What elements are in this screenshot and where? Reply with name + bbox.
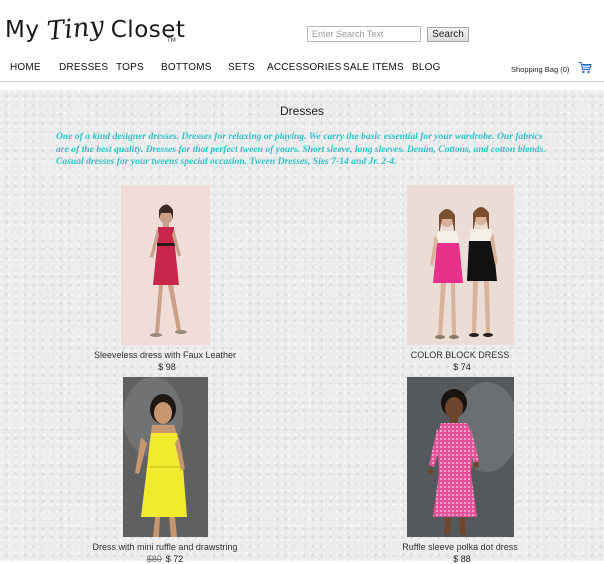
product-name[interactable]: Dress with mini ruffle and drawstring [55,542,275,552]
product-image-polka-dot-dress[interactable] [407,377,514,537]
product-price: $ 88 [350,554,570,564]
product-image-sleeveless-dress[interactable] [121,185,210,345]
shopping-bag-link[interactable]: Shopping Bag (0) [511,65,569,74]
logo-word-script: Tiny [45,11,106,47]
nav-item-bottoms[interactable]: BOTTOMS [161,62,212,73]
nav-item-dresses[interactable]: DRESSES [59,62,108,73]
product-price-value: $ 88 [453,554,471,564]
header-divider [0,81,604,82]
page-title: Dresses [279,104,324,118]
nav-item-accessories[interactable]: ACCESSORIES [267,62,341,73]
product-name[interactable]: Sleeveless dress with Faux Leather [55,350,275,360]
nav-item-sale-items[interactable]: SALE ITEMS [343,62,404,73]
product-price: $ 74 [350,362,570,372]
product-image-ruffle-drawstring-dress[interactable] [123,377,208,537]
trademark-mark: TM [167,37,176,44]
search-button[interactable]: Search [427,27,469,42]
product-name[interactable]: Ruffle sleeve polka dot dress [350,542,570,552]
nav-item-sets[interactable]: SETS [228,62,255,73]
product-old-price: $80 [146,554,162,564]
product-price: $ 98 [55,362,275,372]
nav-item-blog[interactable]: BLOG [412,62,441,73]
product-image-color-block-dress[interactable] [407,185,514,345]
product-price: $80 $ 72 [55,554,275,564]
shopping-cart-icon[interactable] [578,61,592,74]
category-description: One of a kind designer dresses. Dresses … [56,131,546,168]
search-input[interactable]: Enter Search Text [307,26,421,42]
product-price-value: $ 74 [453,362,471,372]
product-price-value: $ 72 [165,554,184,564]
product-price-value: $ 98 [158,362,176,372]
nav-item-home[interactable]: HOME [10,62,41,73]
site-logo[interactable]: My Tiny Closet TM [5,11,185,47]
product-name[interactable]: COLOR BLOCK DRESS [350,350,570,360]
nav-item-tops[interactable]: TOPS [116,62,144,73]
logo-word-first: My [5,17,40,43]
